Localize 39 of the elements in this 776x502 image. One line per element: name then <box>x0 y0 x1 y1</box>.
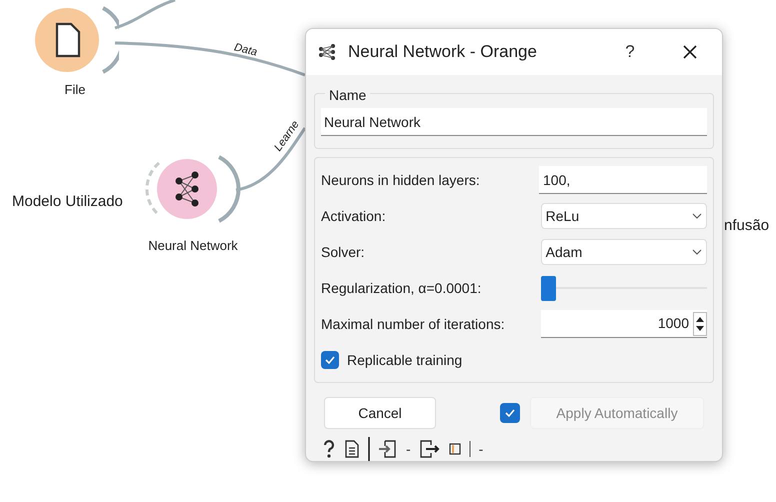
node-label: File <box>64 81 86 99</box>
spin-box[interactable]: 1000 <box>540 310 707 338</box>
field-label: Solver: <box>321 242 366 262</box>
divider-line <box>468 441 471 457</box>
status-text: - <box>406 440 411 458</box>
node-label: Neural Network <box>148 237 238 255</box>
field-label: Regularization, α=0.0001: <box>321 278 482 298</box>
help-icon[interactable] <box>322 439 336 459</box>
input-icon[interactable] <box>378 439 398 459</box>
link-label: Data <box>232 40 259 61</box>
cancel-button[interactable]: Cancel <box>324 397 436 429</box>
node-label: nfusão <box>724 216 770 236</box>
annotation-text: Modelo Utilizado <box>12 192 123 212</box>
divider-line <box>368 437 370 461</box>
output-icon[interactable] <box>418 439 441 459</box>
slider-thumb[interactable] <box>540 276 556 301</box>
name-field[interactable]: Neural Network <box>321 108 707 136</box>
check-icon <box>504 407 516 419</box>
check-icon <box>324 354 336 366</box>
field-label: Maximal number of iterations: <box>321 314 506 334</box>
field-label: Neurons in hidden layers: <box>321 170 481 190</box>
document-icon[interactable] <box>344 439 360 459</box>
window-title: Neural Network - Orange <box>348 41 537 64</box>
spin-arrows-icon[interactable] <box>693 312 707 336</box>
field-label: Activation: <box>321 206 387 226</box>
status-text: - <box>478 440 484 458</box>
chevron-down-icon <box>692 249 702 255</box>
text-field[interactable]: 100, <box>539 166 707 194</box>
slider[interactable] <box>540 275 707 301</box>
dropdown[interactable]: Adam <box>540 239 707 265</box>
checkbox-label: Replicable training <box>347 350 462 370</box>
panel-icon[interactable] <box>448 443 461 455</box>
network-icon <box>318 44 338 60</box>
close-icon[interactable] <box>682 44 698 60</box>
dropdown[interactable]: ReLu <box>540 203 707 229</box>
checkbox[interactable] <box>321 351 339 369</box>
help-button[interactable]: ? <box>610 34 650 70</box>
chevron-down-icon <box>692 213 702 219</box>
connection-line <box>114 0 176 30</box>
